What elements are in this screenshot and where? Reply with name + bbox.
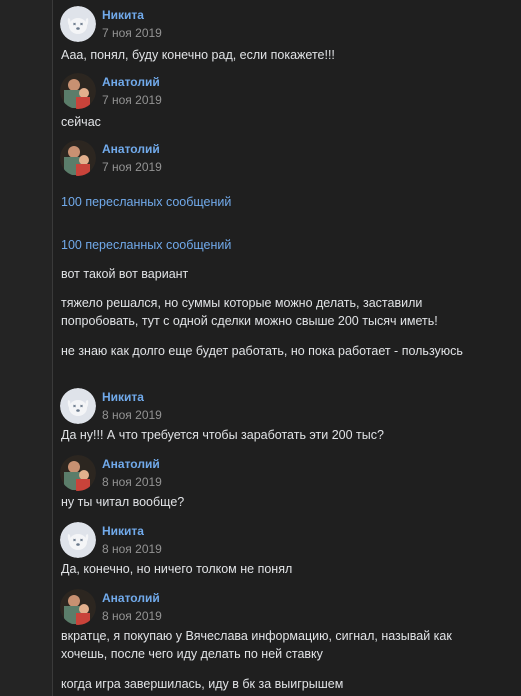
vk-dog-avatar-icon — [60, 6, 96, 42]
message-text: Да ну!!! А что требуется чтобы заработат… — [61, 428, 384, 442]
photo-avatar-icon — [60, 589, 96, 625]
message-author[interactable]: Никита — [102, 8, 144, 22]
chat-history[interactable]: Никита 7 ноя 2019 Ааа, понял, буду конеч… — [53, 0, 521, 696]
message-author[interactable]: Никита — [102, 390, 144, 404]
message-author[interactable]: Анатолий — [102, 591, 160, 605]
message-text: тяжело решался, но суммы которые можно д… — [61, 296, 438, 328]
message-text: Да, конечно, но ничего толком не понял — [61, 562, 293, 576]
message-author[interactable]: Анатолий — [102, 142, 160, 156]
stage: Никита 7 ноя 2019 Ааа, понял, буду конеч… — [0, 0, 521, 696]
avatar-nikita[interactable] — [60, 388, 96, 424]
photo-avatar-icon — [60, 73, 96, 109]
message-text: сейчас — [61, 115, 101, 129]
message-author[interactable]: Никита — [102, 524, 144, 538]
message-date: 7 ноя 2019 — [102, 93, 162, 107]
message-author[interactable]: Анатолий — [102, 457, 160, 471]
message-date: 7 ноя 2019 — [102, 26, 162, 40]
message-text: когда игра завершилась, иду в бк за выиг… — [61, 677, 344, 691]
avatar-nikita[interactable] — [60, 522, 96, 558]
photo-avatar-icon — [60, 140, 96, 176]
message-text: Ааа, понял, буду конечно рад, если покаж… — [61, 48, 335, 62]
message-date: 8 ноя 2019 — [102, 542, 162, 556]
message-text: вкратце, я покупаю у Вячеслава информаци… — [61, 629, 452, 661]
avatar-nikita[interactable] — [60, 6, 96, 42]
avatar-anatoly[interactable] — [60, 589, 96, 625]
message-date: 8 ноя 2019 — [102, 408, 162, 422]
left-rail — [0, 0, 52, 696]
avatar-anatoly[interactable] — [60, 73, 96, 109]
message-date: 8 ноя 2019 — [102, 475, 162, 489]
forwarded-messages-link[interactable]: 100 пересланных сообщений — [61, 195, 231, 209]
avatar-anatoly[interactable] — [60, 140, 96, 176]
message-author[interactable]: Анатолий — [102, 75, 160, 89]
message-text: не знаю как долго еще будет работать, но… — [61, 344, 463, 358]
photo-avatar-icon — [60, 455, 96, 491]
forwarded-messages-link[interactable]: 100 пересланных сообщений — [61, 238, 231, 252]
message-date: 8 ноя 2019 — [102, 609, 162, 623]
message-text: вот такой вот вариант — [61, 267, 189, 281]
message-date: 7 ноя 2019 — [102, 160, 162, 174]
vk-dog-avatar-icon — [60, 388, 96, 424]
vk-dog-avatar-icon — [60, 522, 96, 558]
message-text: ну ты читал вообще? — [61, 495, 185, 509]
avatar-anatoly[interactable] — [60, 455, 96, 491]
